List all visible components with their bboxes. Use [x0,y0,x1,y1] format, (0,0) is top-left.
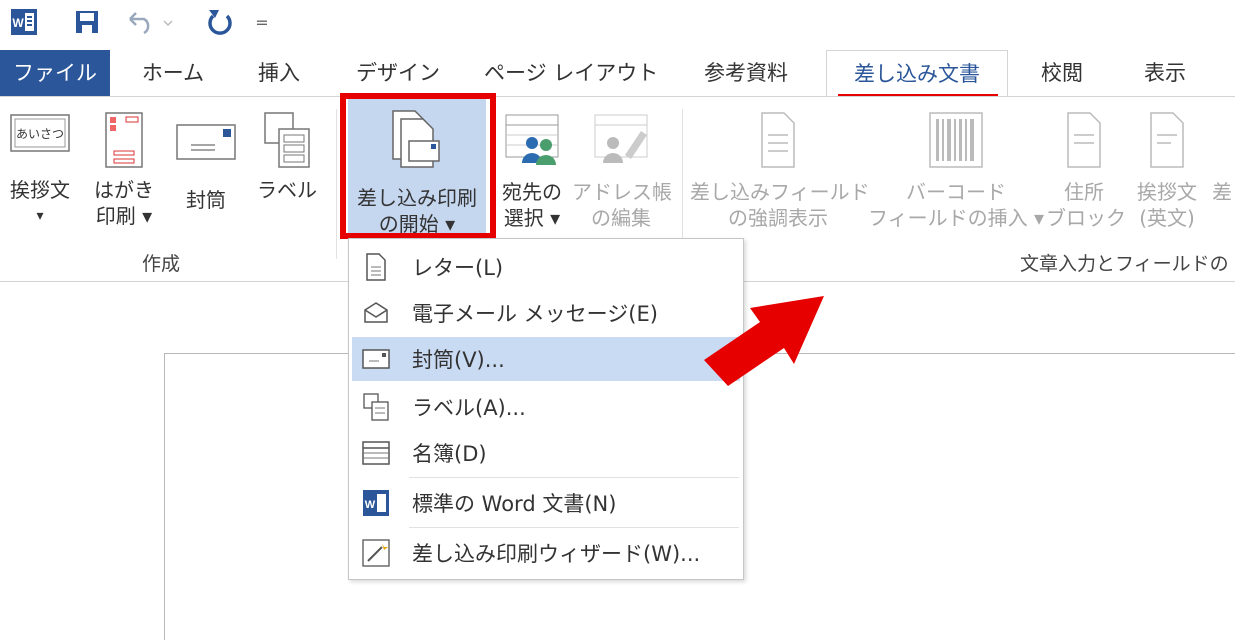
word-doc-icon: W [356,481,396,525]
tab-mailings[interactable]: 差し込み文書 [826,50,1008,96]
greeting-icon: あいさつ [4,111,76,163]
group-separator [336,109,337,259]
customize-qat-button[interactable]: = [250,6,274,38]
address-block-button[interactable]: 住所 ブロック [1046,111,1126,231]
insert-merge-field-button[interactable]: 差 [1212,179,1235,205]
recipients-icon [496,111,568,175]
wizard-icon [356,531,396,575]
envelope-icon [172,123,240,167]
undo-icon [129,12,173,35]
greeting-line-icon [1126,111,1208,175]
highlight-fields-icon [690,111,866,175]
insert-barcode-field-button[interactable]: バーコード フィールドの挿入 ▾ [868,111,1044,231]
group-label-write-insert: 文章入力とフィールドの [1020,253,1229,275]
quick-access-toolbar: W = [0,0,1235,46]
tab-home[interactable]: ホーム [134,50,212,96]
edit-recipient-list-button[interactable]: アドレス帳 の編集 [572,111,672,231]
undo-button[interactable] [120,6,180,38]
highlight-box [340,93,496,239]
tab-review[interactable]: 校閲 [1034,50,1090,96]
barcode-icon [868,111,1044,175]
address-block-icon [1046,111,1122,175]
repeat-button[interactable] [200,6,240,38]
directory-icon [356,431,396,475]
highlight-merge-fields-button[interactable]: 差し込みフィールド の強調表示 [690,111,870,231]
select-recipients-button[interactable]: 宛先の 選択 ▾ [496,111,568,231]
group-label-create: 作成 [142,253,181,275]
menu-separator [409,527,739,528]
save-icon [76,11,98,33]
menu-separator [409,477,739,478]
edit-list-icon [572,111,670,175]
email-icon [356,291,396,335]
svg-text:W: W [365,499,376,511]
menu-item-mail-merge-wizard[interactable]: 差し込み印刷ウィザード(W)... [352,531,740,575]
svg-text:あいさつ: あいさつ [16,127,64,141]
word-window: W = ファイル ホーム 挿入 デザイン ページ レイアウト 参考資料 差し込み… [0,0,1235,640]
letter-icon [356,245,396,289]
tab-view[interactable]: 表示 [1136,50,1194,96]
postcard-print-button[interactable]: はがき 印刷 ▾ [88,111,160,229]
greeting-button[interactable]: あいさつ 挨拶文 ▾ [4,111,76,229]
envelope-icon [356,337,396,381]
repeat-icon [208,10,232,35]
postcard-icon [88,111,160,175]
menu-item-normal-word-document[interactable]: W 標準の Word 文書(N) [352,481,740,525]
tab-file[interactable]: ファイル [0,50,110,96]
group-separator [682,109,683,259]
svg-text:W: W [12,16,24,30]
envelope-button[interactable]: 封筒 [172,111,240,213]
tab-design[interactable]: デザイン [354,50,442,96]
ribbon-tabs: ファイル ホーム 挿入 デザイン ページ レイアウト 参考資料 差し込み文書 校… [0,50,1235,96]
menu-item-envelopes[interactable]: 封筒(V)... [352,337,740,381]
start-mail-merge-menu: レター(L) 電子メール メッセージ(E) 封筒(V)... ラベル(A)...… [348,238,744,580]
tab-page-layout[interactable]: ページ レイアウト [484,50,658,96]
tab-insert[interactable]: 挿入 [248,50,310,96]
menu-item-labels[interactable]: ラベル(A)... [352,385,740,429]
red-arrow-annotation [704,296,824,386]
menu-item-directory[interactable]: 名簿(D) [352,431,740,475]
word-logo-icon: W [10,6,38,38]
greeting-line-button[interactable]: 挨拶文 (英文) [1126,111,1208,231]
label-button[interactable]: ラベル [252,111,322,203]
label-icon [252,111,322,175]
tab-references[interactable]: 参考資料 [694,50,798,96]
menu-item-email[interactable]: 電子メール メッセージ(E) [352,291,740,335]
menu-item-letter[interactable]: レター(L) [352,245,740,289]
save-button[interactable] [70,6,104,38]
labels-icon [356,385,396,429]
